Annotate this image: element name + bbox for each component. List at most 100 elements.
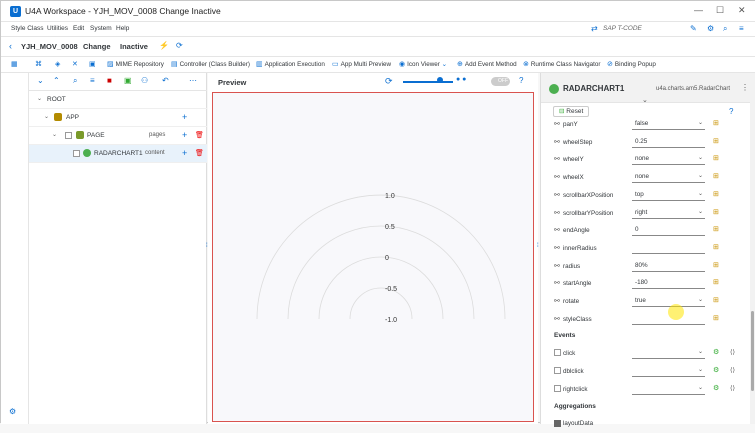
chevron-down-icon[interactable]: ⌄: [698, 154, 703, 161]
binding-icon[interactable]: ⊞: [713, 137, 719, 145]
event-settings-icon[interactable]: ⚙: [713, 348, 719, 356]
code-icon[interactable]: ⟨⟩: [730, 384, 735, 392]
back-icon[interactable]: ‹: [9, 41, 12, 51]
layout-icon[interactable]: ▦: [11, 60, 20, 68]
binding-icon[interactable]: ⊞: [713, 225, 719, 233]
close-button[interactable]: ✕: [738, 5, 746, 16]
aggregation-row-layoutdata[interactable]: layoutData: [541, 415, 755, 433]
chevron-down-icon[interactable]: ⌄: [698, 172, 703, 179]
delete-tool-icon[interactable]: ■: [107, 76, 112, 85]
property-value-input[interactable]: false ⌄: [632, 118, 705, 130]
menu-toggle-icon[interactable]: ≡: [739, 24, 744, 33]
binding-icon[interactable]: ⊞: [713, 243, 719, 251]
binding-popup-button[interactable]: ⊘ Binding Popup: [607, 60, 656, 68]
tools-icon[interactable]: ✕: [72, 60, 80, 68]
add-event-button[interactable]: ⊕ Add Event Method: [457, 60, 517, 68]
menu-help[interactable]: Help: [116, 25, 129, 32]
tree-checkbox[interactable]: [65, 132, 72, 139]
menu-utilities[interactable]: Utilities: [47, 25, 68, 32]
binding-icon[interactable]: ⊞: [713, 261, 719, 269]
binding-icon[interactable]: ⊞: [713, 208, 719, 216]
tree-row-root[interactable]: ⌄ ROOT: [29, 91, 207, 109]
refresh-icon[interactable]: ⟳: [176, 41, 183, 50]
splitter-handle[interactable]: ⁞: [206, 243, 208, 249]
add-child-icon[interactable]: +: [182, 148, 187, 158]
app-exec-button[interactable]: ▥ Application Execution: [256, 60, 325, 68]
delete-icon[interactable]: 🗑: [195, 149, 204, 157]
collapse-all-icon[interactable]: ⌃: [53, 76, 60, 85]
save-icon[interactable]: ▣: [89, 60, 98, 68]
scrollbar-thumb[interactable]: [751, 311, 754, 391]
chevron-down-icon[interactable]: ⌄: [698, 208, 703, 215]
personalize-icon[interactable]: ✎: [690, 24, 697, 33]
zoom-handle[interactable]: [437, 77, 443, 83]
help-icon[interactable]: ?: [519, 76, 523, 85]
settings-side-icon[interactable]: ⚙: [9, 407, 16, 416]
mime-button[interactable]: ▨ MIME Repository: [107, 60, 164, 68]
property-value-input[interactable]: 80%: [632, 260, 705, 272]
minimize-button[interactable]: —: [694, 5, 703, 15]
chevron-down-icon[interactable]: ⌄: [698, 190, 703, 197]
tcode-icon[interactable]: ⇄: [591, 24, 598, 33]
add-child-icon[interactable]: +: [182, 130, 187, 140]
menu-system[interactable]: System: [90, 25, 112, 32]
binding-icon[interactable]: ⊞: [713, 314, 719, 322]
list-icon[interactable]: ≡: [90, 76, 95, 85]
maximize-button[interactable]: ☐: [716, 5, 724, 16]
splitter-handle[interactable]: ⁞: [537, 243, 539, 249]
property-value-input[interactable]: right ⌄: [632, 207, 705, 219]
multi-preview-button[interactable]: ▭ App Multi Preview: [332, 60, 391, 68]
chevron-down-icon[interactable]: ⌄: [698, 296, 703, 303]
tcode-label[interactable]: SAP T-CODE: [603, 25, 642, 32]
help-icon[interactable]: ?: [729, 107, 733, 116]
menu-edit[interactable]: Edit: [73, 25, 84, 32]
event-handler-select[interactable]: ⌄: [632, 365, 705, 378]
copy-icon[interactable]: ▣: [124, 76, 132, 85]
more-icon[interactable]: ⋯: [189, 76, 197, 85]
event-checkbox[interactable]: [554, 349, 561, 357]
zoom-slider[interactable]: [403, 81, 453, 83]
tree-row-app[interactable]: ⌄ APP +: [29, 109, 207, 127]
event-handler-select[interactable]: ⌄: [632, 383, 705, 395]
event-settings-icon[interactable]: ⚙: [713, 384, 719, 392]
tree-row-radarchart[interactable]: RADARCHART1 content + 🗑: [29, 145, 207, 163]
binding-icon[interactable]: ⊞: [713, 172, 719, 180]
shield-icon[interactable]: ◈: [55, 60, 62, 68]
preview-toggle[interactable]: OFF: [491, 77, 510, 86]
chevron-down-icon[interactable]: ⌄: [698, 119, 703, 126]
chevron-down-icon[interactable]: ⌄: [44, 113, 49, 120]
chevron-down-icon[interactable]: ⌄: [698, 366, 703, 373]
binding-icon[interactable]: ⊞: [713, 190, 719, 198]
chevron-down-icon[interactable]: ⌄: [698, 348, 703, 355]
icon-viewer-button[interactable]: ◉ Icon Viewer ⌄: [399, 60, 447, 68]
activate-icon[interactable]: ⚡: [159, 41, 169, 50]
property-value-input[interactable]: 0.25: [632, 136, 705, 148]
settings-icon[interactable]: ⚙: [707, 24, 714, 33]
reload-icon[interactable]: ⟳: [385, 76, 393, 87]
find-icon[interactable]: ⌕: [73, 76, 77, 86]
undo-icon[interactable]: ↶: [162, 76, 169, 85]
chevron-down-icon[interactable]: ⌄: [52, 131, 57, 138]
more-icon[interactable]: ⋮: [741, 83, 749, 92]
delete-icon[interactable]: 🗑: [195, 131, 204, 139]
code-icon[interactable]: ⟨⟩: [730, 366, 735, 374]
event-handler-select[interactable]: ⌄: [632, 347, 705, 360]
event-settings-icon[interactable]: ⚙: [713, 366, 719, 374]
menu-style-class[interactable]: Style Class: [11, 25, 44, 32]
chevron-down-icon[interactable]: ⌄: [698, 384, 703, 391]
property-value-input[interactable]: -180: [632, 277, 705, 290]
property-value-input[interactable]: 0: [632, 224, 705, 237]
code-icon[interactable]: ⟨⟩: [730, 348, 735, 356]
event-checkbox[interactable]: [554, 384, 561, 392]
binding-icon[interactable]: ⊞: [713, 278, 719, 286]
binding-icon[interactable]: ⊞: [713, 154, 719, 162]
chevron-down-icon[interactable]: ⌄: [37, 95, 42, 102]
binding-icon[interactable]: ⊞: [713, 296, 719, 304]
binding-icon[interactable]: ⊞: [713, 119, 719, 127]
binoculars-icon[interactable]: ⌘: [35, 60, 44, 68]
property-value-input[interactable]: top ⌄: [632, 189, 705, 201]
property-value-input[interactable]: true ⌄: [632, 295, 705, 307]
property-value-input[interactable]: none ⌄: [632, 153, 705, 166]
controller-button[interactable]: ▤ Controller (Class Builder): [171, 60, 250, 68]
tree-checkbox[interactable]: [73, 150, 80, 157]
